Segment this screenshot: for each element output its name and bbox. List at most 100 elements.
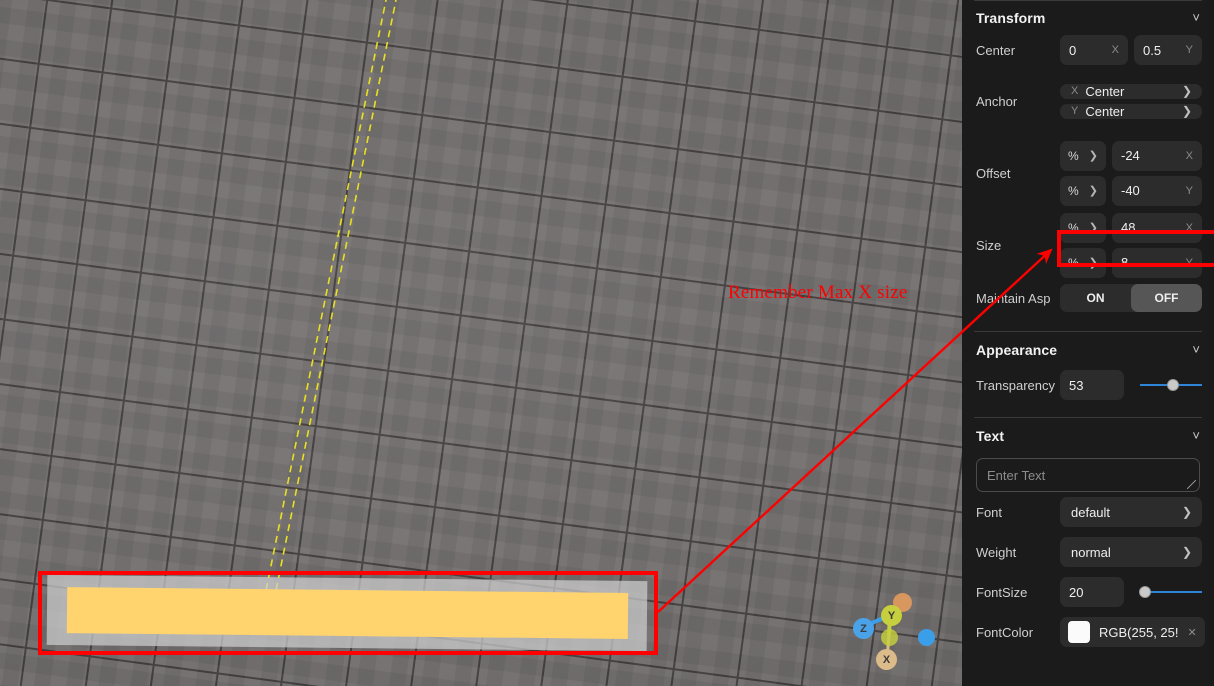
section-header-transform[interactable]: Transform ˅	[962, 1, 1214, 35]
color-swatch[interactable]	[1068, 621, 1090, 643]
row-font-color: FontColor RGB(255, 25! ✕	[962, 612, 1214, 652]
offset-y-unit: %	[1068, 183, 1079, 198]
text-input-placeholder: Enter Text	[987, 467, 1046, 483]
row-offset: Offset % ❯ -24 X % ❯ -40 Y	[962, 137, 1214, 209]
transparency-slider[interactable]	[1140, 370, 1202, 400]
axis-gizmo[interactable]: Z Y X	[845, 585, 945, 680]
size-y-value: 8	[1121, 255, 1129, 270]
row-weight: Weight normal ❯	[962, 532, 1214, 572]
label-anchor: Anchor	[976, 93, 1018, 109]
size-x-input[interactable]: 48 X	[1112, 212, 1202, 243]
slider-knob[interactable]	[1138, 586, 1151, 598]
size-y-axis-tag: Y	[1185, 256, 1193, 269]
center-x-axis-tag: X	[1111, 44, 1119, 56]
maintain-aspect-on-option[interactable]: ON	[1060, 284, 1131, 312]
size-y-unit-select[interactable]: % ❯	[1060, 247, 1106, 278]
label-size: Size	[976, 237, 1002, 253]
chevron-right-icon[interactable]: ❯	[1089, 149, 1098, 162]
offset-y-value: -40	[1121, 183, 1140, 198]
center-y-input[interactable]: 0.5 Y	[1134, 35, 1202, 65]
label-offset: Offset	[976, 165, 1011, 181]
selected-rectangle-object[interactable]	[46, 574, 648, 652]
font-select[interactable]: default ❯	[1060, 497, 1202, 527]
x-axis-handle[interactable]: X	[876, 649, 897, 670]
section-header-appearance[interactable]: Appearance ˅	[962, 332, 1214, 368]
label-font-size: FontSize	[976, 584, 1028, 600]
chevron-right-icon[interactable]: ❯	[1089, 256, 1098, 269]
offset-y-input[interactable]: -40 Y	[1112, 175, 1202, 206]
weight-select[interactable]: normal ❯	[1060, 537, 1202, 567]
y-axis-label: Y	[887, 609, 896, 622]
row-transparency: Transparency 53	[962, 368, 1214, 402]
editor-window: Z Y X Remember Max X size Transform ˅ Ce…	[0, 0, 1214, 686]
maintain-aspect-off-option[interactable]: OFF	[1131, 284, 1202, 312]
offset-x-unit: %	[1068, 148, 1079, 163]
chevron-right-icon[interactable]: ❯	[1182, 104, 1192, 118]
chevron-right-icon[interactable]: ❯	[1089, 184, 1098, 197]
offset-y-unit-select[interactable]: % ❯	[1060, 175, 1106, 206]
row-center: Center 0 X 0.5 Y	[962, 35, 1214, 65]
offset-x-value: -24	[1121, 148, 1140, 163]
row-font-size: FontSize 20	[962, 572, 1214, 612]
font-value: default	[1071, 504, 1111, 520]
anchor-x-value: Center	[1085, 83, 1125, 99]
slider-knob[interactable]	[1166, 379, 1179, 391]
font-size-input[interactable]: 20	[1060, 577, 1124, 607]
section-header-text[interactable]: Text ˅	[962, 418, 1214, 454]
size-y-unit: %	[1068, 255, 1079, 270]
anchor-y-prefix: Y	[1071, 105, 1079, 117]
chevron-right-icon[interactable]: ❯	[1182, 545, 1192, 559]
section-title-appearance: Appearance	[976, 342, 1058, 358]
x-axis-label: X	[882, 653, 891, 666]
label-transparency: Transparency	[976, 377, 1055, 393]
font-color-value: RGB(255, 25!	[1099, 624, 1179, 640]
close-icon[interactable]: ✕	[1188, 626, 1197, 639]
chevron-down-icon[interactable]: ˅	[1192, 429, 1200, 442]
chevron-right-icon[interactable]: ❯	[1182, 84, 1192, 98]
size-x-axis-tag: X	[1185, 221, 1193, 234]
offset-x-input[interactable]: -24 X	[1112, 140, 1202, 171]
y-axis-secondary-handle[interactable]	[881, 629, 898, 646]
object-fill	[66, 587, 629, 639]
anchor-x-select[interactable]: X Center ❯	[1060, 83, 1202, 99]
center-x-value: 0	[1069, 42, 1077, 58]
font-color-picker[interactable]: RGB(255, 25! ✕	[1060, 617, 1205, 647]
row-font: Font default ❯	[962, 492, 1214, 532]
transparency-input[interactable]: 53	[1060, 370, 1124, 400]
size-y-input[interactable]: 8 Y	[1112, 247, 1202, 278]
anchor-y-value: Center	[1085, 103, 1125, 119]
label-maintain-aspect: Maintain Asp	[976, 290, 1051, 306]
3d-viewport[interactable]: Z Y X Remember Max X size	[0, 0, 962, 686]
transparency-value: 53	[1069, 377, 1084, 393]
chevron-right-icon[interactable]: ❯	[1089, 221, 1098, 234]
section-title-text: Text	[976, 428, 1005, 444]
offset-x-axis-tag: X	[1185, 149, 1193, 162]
label-weight: Weight	[976, 544, 1017, 560]
annotation-label: Remember Max X size	[728, 282, 908, 303]
row-anchor: Anchor X Center ❯ Y Center ❯	[962, 65, 1214, 137]
chevron-down-icon[interactable]: ˅	[1192, 343, 1200, 356]
center-y-axis-tag: Y	[1185, 44, 1193, 56]
size-x-value: 48	[1121, 220, 1136, 235]
chevron-right-icon[interactable]: ❯	[1182, 505, 1192, 519]
chevron-down-icon[interactable]: ˅	[1192, 11, 1200, 24]
free-move-handle[interactable]	[918, 629, 935, 646]
size-x-unit-select[interactable]: % ❯	[1060, 212, 1106, 243]
font-size-slider[interactable]	[1138, 577, 1202, 607]
weight-value: normal	[1071, 544, 1111, 560]
anchor-y-select[interactable]: Y Center ❯	[1060, 103, 1202, 119]
resize-grip-icon[interactable]	[1187, 480, 1196, 489]
offset-x-unit-select[interactable]: % ❯	[1060, 140, 1106, 171]
offset-y-axis-tag: Y	[1185, 184, 1193, 197]
font-size-value: 20	[1069, 584, 1084, 600]
maintain-aspect-toggle[interactable]: ON OFF	[1060, 284, 1202, 312]
z-axis-label: Z	[860, 622, 867, 635]
center-x-input[interactable]: 0 X	[1060, 35, 1128, 65]
z-axis-handle[interactable]: Z	[853, 618, 874, 639]
row-maintain-aspect: Maintain Asp ON OFF	[962, 281, 1214, 315]
y-axis-handle[interactable]: Y	[881, 605, 902, 626]
text-input[interactable]: Enter Text	[976, 458, 1200, 492]
label-center: Center	[976, 42, 1016, 58]
properties-panel: Transform ˅ Center 0 X 0.5 Y Anchor X Ce…	[962, 0, 1214, 686]
row-size: Size % ❯ 48 X % ❯ 8 Y	[962, 209, 1214, 281]
